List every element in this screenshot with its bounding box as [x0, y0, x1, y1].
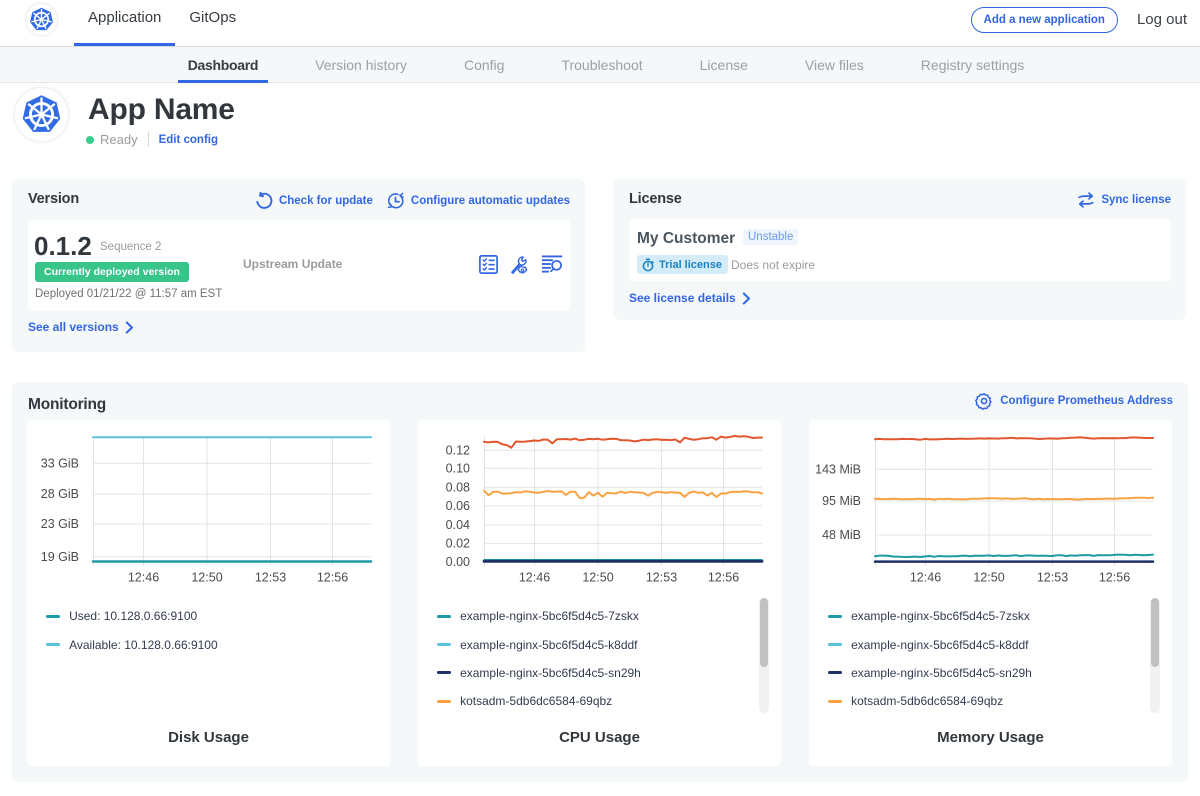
- svg-text:12:56: 12:56: [1099, 571, 1130, 585]
- svg-text:12:50: 12:50: [191, 571, 222, 585]
- svg-text:12:46: 12:46: [910, 571, 941, 585]
- svg-text:0.06: 0.06: [446, 499, 470, 513]
- svg-text:95 MiB: 95 MiB: [822, 494, 861, 508]
- svg-text:0.12: 0.12: [446, 443, 470, 457]
- svg-text:12:46: 12:46: [519, 571, 550, 585]
- svg-text:19 GiB: 19 GiB: [41, 550, 79, 564]
- svg-text:33 GiB: 33 GiB: [41, 457, 79, 471]
- svg-text:12:56: 12:56: [708, 571, 739, 585]
- svg-text:0.04: 0.04: [446, 518, 470, 532]
- svg-text:12:56: 12:56: [317, 571, 348, 585]
- svg-text:12:50: 12:50: [582, 571, 613, 585]
- svg-text:23 GiB: 23 GiB: [41, 517, 79, 531]
- svg-text:28 GiB: 28 GiB: [41, 487, 79, 501]
- svg-text:12:46: 12:46: [128, 571, 159, 585]
- svg-text:12:53: 12:53: [646, 571, 677, 585]
- svg-text:0.08: 0.08: [446, 480, 470, 494]
- svg-text:0.00: 0.00: [446, 555, 470, 569]
- svg-text:0.10: 0.10: [446, 462, 470, 476]
- svg-text:12:53: 12:53: [1037, 571, 1068, 585]
- svg-text:12:53: 12:53: [255, 571, 286, 585]
- svg-text:12:50: 12:50: [973, 571, 1004, 585]
- svg-text:143 MiB: 143 MiB: [815, 463, 861, 477]
- svg-text:48 MiB: 48 MiB: [822, 528, 861, 542]
- svg-text:0.02: 0.02: [446, 537, 470, 551]
